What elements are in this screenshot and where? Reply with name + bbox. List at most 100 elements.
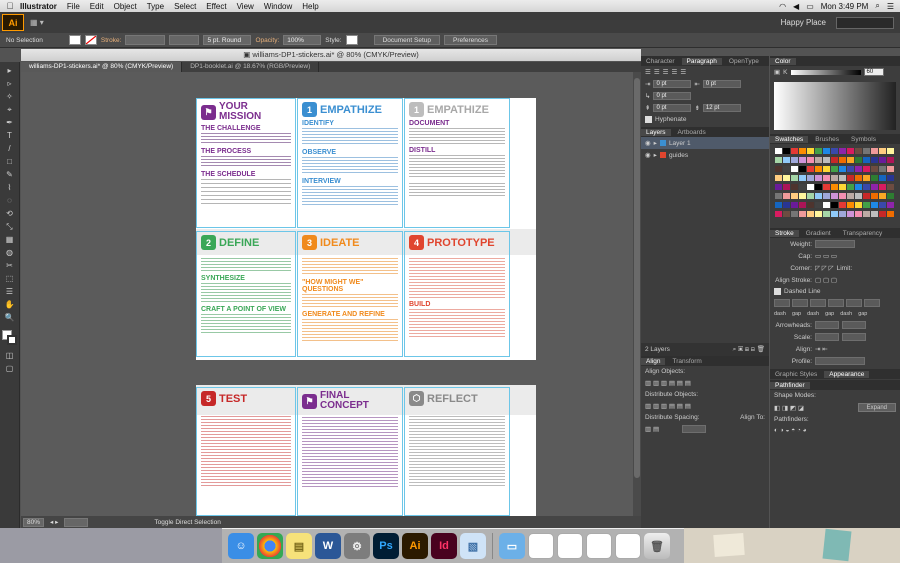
stroke-swatch[interactable] <box>84 35 97 45</box>
tab-character[interactable]: Character <box>641 58 680 65</box>
swatch[interactable] <box>838 183 846 190</box>
screenshot-icon[interactable] <box>557 533 583 559</box>
style-swatch[interactable] <box>345 35 358 45</box>
swatch[interactable] <box>862 174 870 181</box>
tab-graphic-styles[interactable]: Graphic Styles <box>770 371 822 378</box>
tab-stroke[interactable]: Stroke <box>770 229 799 237</box>
swatch[interactable] <box>854 174 862 181</box>
swatch[interactable] <box>886 147 894 154</box>
menu-effect[interactable]: Effect <box>206 2 226 11</box>
swatch[interactable] <box>798 156 806 163</box>
justify-all-icon[interactable]: ☰ <box>680 68 686 76</box>
rectangle-tool-icon[interactable]: □ <box>3 156 17 167</box>
tab-booklet[interactable]: DP1-booklet.ai @ 18.67% (RGB/Preview) <box>182 62 320 72</box>
swatch[interactable] <box>878 165 886 172</box>
align-left-icon[interactable]: ☰ <box>645 68 651 76</box>
swatch[interactable] <box>854 165 862 172</box>
layers-footer-icons[interactable]: ⌕ ▣ ⊞ ⊟ 🗑 <box>733 345 765 354</box>
right-indent-field[interactable]: 0 pt <box>702 80 741 88</box>
swatch[interactable] <box>806 183 814 190</box>
swatch[interactable] <box>774 156 782 163</box>
expand-icon[interactable]: ▸ <box>654 139 657 147</box>
layer-name-1[interactable]: Layer 1 <box>669 140 691 147</box>
fill-stroke-widget[interactable] <box>1 330 18 346</box>
swatch[interactable] <box>838 165 846 172</box>
swatch[interactable] <box>886 201 894 208</box>
swatch[interactable] <box>822 156 830 163</box>
tab-paragraph[interactable]: Paragraph <box>681 57 722 65</box>
swatch[interactable] <box>838 156 846 163</box>
swatch[interactable] <box>790 174 798 181</box>
scale-end[interactable] <box>842 333 866 341</box>
swatch[interactable] <box>838 174 846 181</box>
scissors-tool-icon[interactable]: ✂ <box>3 260 17 271</box>
align-right-icon[interactable]: ☰ <box>663 68 669 76</box>
pathfinder-icons[interactable]: ◐ ◑ ◒ ◓ ◔ ◕ <box>770 425 900 436</box>
swatch[interactable] <box>846 174 854 181</box>
swatch[interactable] <box>862 183 870 190</box>
color-spectrum[interactable] <box>774 82 896 130</box>
tab-align[interactable]: Align <box>641 357 666 365</box>
lasso-tool-icon[interactable]: ⌖ <box>3 104 17 115</box>
swatch[interactable] <box>822 174 830 181</box>
app-menu[interactable]: Illustrator <box>20 2 57 11</box>
swatch[interactable] <box>814 210 822 217</box>
swatch[interactable] <box>798 147 806 154</box>
swatch[interactable] <box>798 183 806 190</box>
scroll-thumb[interactable] <box>634 78 640 478</box>
tab-brushes[interactable]: Brushes <box>810 136 844 143</box>
swatch[interactable] <box>822 201 830 208</box>
tab-symbols[interactable]: Symbols <box>846 136 881 143</box>
eye-icon[interactable]: ◉ <box>645 151 651 159</box>
tab-layers[interactable]: Layers <box>641 128 671 136</box>
screenshot-icon[interactable] <box>528 533 554 559</box>
swatch[interactable] <box>886 183 894 190</box>
swatch[interactable] <box>830 210 838 217</box>
swatch[interactable] <box>838 201 846 208</box>
swatch[interactable] <box>806 192 814 199</box>
swatch[interactable] <box>846 156 854 163</box>
system-preferences-icon[interactable]: ⚙ <box>344 533 370 559</box>
swatch[interactable] <box>774 183 782 190</box>
preview-icon[interactable]: ▧ <box>460 533 486 559</box>
tab-stickers[interactable]: williams-DP1-stickers.ai* @ 80% (CMYK/Pr… <box>21 62 183 72</box>
swatch[interactable] <box>782 201 790 208</box>
tab-transparency[interactable]: Transparency <box>838 230 888 237</box>
menu-object[interactable]: Object <box>114 2 137 11</box>
swatch[interactable] <box>846 192 854 199</box>
swatch[interactable] <box>790 201 798 208</box>
dash-field-2[interactable] <box>810 299 826 307</box>
swatch[interactable] <box>878 201 886 208</box>
swatch[interactable] <box>886 192 894 199</box>
swatch[interactable] <box>846 210 854 217</box>
swatch[interactable] <box>838 147 846 154</box>
eraser-tool-icon[interactable]: ⌇ <box>3 182 17 193</box>
illustrator-icon[interactable]: Ai <box>402 533 428 559</box>
screenshot-icon[interactable] <box>586 533 612 559</box>
swatch[interactable] <box>782 192 790 199</box>
swatch[interactable] <box>830 192 838 199</box>
swatch[interactable] <box>774 174 782 181</box>
swatch[interactable] <box>782 165 790 172</box>
swatch[interactable] <box>806 201 814 208</box>
align-objects-icons[interactable]: ▥ ▥ ▥ ▤ ▤ ▤ <box>641 377 769 389</box>
stroke-box[interactable] <box>6 335 17 345</box>
justify-icon[interactable]: ☰ <box>671 68 677 76</box>
tab-transform[interactable]: Transform <box>667 358 706 365</box>
notifications-icon[interactable]: ☰ <box>887 2 894 11</box>
drawing-modes-icon[interactable]: ◫ <box>3 350 17 361</box>
brush-field[interactable]: 5 pt. Round <box>203 35 252 45</box>
vertical-scrollbar[interactable] <box>633 72 641 516</box>
stroke-weight-field[interactable] <box>125 35 166 45</box>
swatch[interactable] <box>790 147 798 154</box>
swatch[interactable] <box>862 147 870 154</box>
dash-field-1[interactable] <box>774 299 790 307</box>
arrowhead-start[interactable] <box>815 321 839 329</box>
stickies-icon[interactable]: ▤ <box>286 533 312 559</box>
gap-field-2[interactable] <box>828 299 844 307</box>
swatch[interactable] <box>862 156 870 163</box>
menu-edit[interactable]: Edit <box>90 2 104 11</box>
swatch[interactable] <box>798 201 806 208</box>
swatch[interactable] <box>798 165 806 172</box>
tab-swatches[interactable]: Swatches <box>770 135 809 143</box>
